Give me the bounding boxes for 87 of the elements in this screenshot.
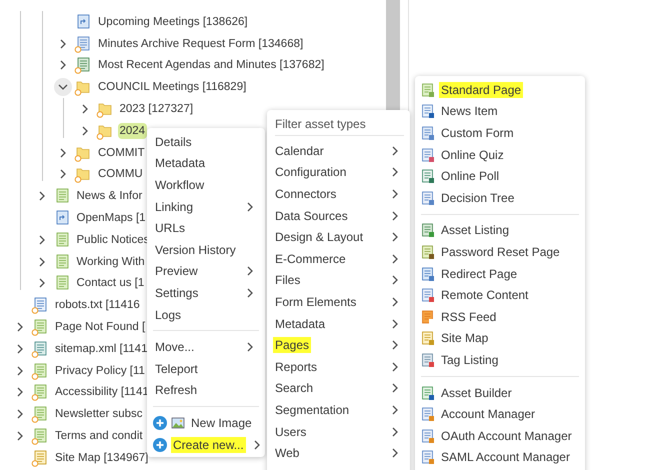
menu-item[interactable]: Configuration bbox=[273, 164, 348, 180]
menu-item[interactable]: Linking bbox=[153, 198, 196, 215]
menu-item[interactable]: Calendar bbox=[273, 142, 326, 159]
menu-item[interactable]: Password Reset Page bbox=[439, 244, 562, 260]
document-icon bbox=[421, 331, 435, 346]
plus-icon bbox=[153, 438, 167, 452]
tree-item[interactable]: News & Infor bbox=[74, 188, 144, 204]
document-icon bbox=[421, 352, 435, 367]
menu-item[interactable]: Refresh bbox=[153, 382, 200, 398]
menu-item[interactable]: Custom Form bbox=[439, 124, 516, 141]
menu-item[interactable]: Teleport bbox=[153, 360, 200, 377]
menu-item[interactable]: Remote Content bbox=[439, 287, 530, 304]
tree-item[interactable]: Page Not Found [ bbox=[53, 319, 148, 336]
document-icon bbox=[421, 407, 435, 422]
menu-item[interactable]: Users bbox=[273, 424, 308, 440]
document-icon bbox=[421, 450, 435, 464]
menu-item[interactable]: Settings bbox=[153, 284, 200, 301]
menu-item[interactable]: Asset Builder bbox=[439, 384, 514, 401]
document-icon bbox=[421, 223, 435, 238]
menu-item[interactable]: Move... bbox=[153, 339, 196, 356]
tree-item[interactable]: 2023 [127327] bbox=[118, 101, 196, 118]
menu-item[interactable]: Site Map bbox=[439, 330, 490, 346]
menu-item[interactable]: Pages bbox=[273, 337, 312, 354]
tree-item[interactable]: Working With bbox=[74, 254, 147, 270]
document-icon bbox=[421, 288, 435, 302]
menu-item[interactable]: Data Sources bbox=[273, 208, 350, 224]
document-icon bbox=[421, 82, 435, 97]
menu-item[interactable]: Form Elements bbox=[273, 294, 358, 310]
document-icon bbox=[421, 169, 435, 184]
document-icon bbox=[421, 266, 435, 281]
tree-item[interactable]: Upcoming Meetings [138626] bbox=[96, 14, 250, 30]
document-icon bbox=[421, 104, 435, 118]
menu-item[interactable]: SAML Account Manager bbox=[439, 449, 572, 466]
menu-item[interactable]: URLs bbox=[153, 220, 188, 236]
tree-item[interactable]: Accessibility [1141 bbox=[53, 384, 151, 400]
rss-icon bbox=[421, 310, 435, 324]
tree-item[interactable]: Site Map [134967] bbox=[53, 450, 150, 466]
menu-item[interactable]: Account Manager bbox=[439, 406, 538, 422]
tree-item[interactable]: COUNCIL Meetings [116829] bbox=[96, 79, 248, 96]
menu-item[interactable]: Workflow bbox=[153, 176, 206, 193]
menu-item[interactable]: Design & Layout bbox=[273, 229, 366, 246]
menu-item[interactable]: Preview bbox=[153, 263, 200, 280]
menu-item[interactable]: Logs bbox=[153, 306, 184, 323]
menu-item[interactable]: News Item bbox=[439, 103, 500, 120]
plus-icon bbox=[153, 416, 167, 430]
menu-item[interactable]: Asset Listing bbox=[439, 222, 512, 238]
menu-item[interactable]: OAuth Account Manager bbox=[439, 428, 574, 444]
document-icon bbox=[421, 386, 435, 400]
tree-item[interactable]: OpenMaps [1 bbox=[74, 210, 148, 226]
document-icon bbox=[421, 428, 435, 443]
menu-item[interactable]: Search bbox=[273, 380, 316, 396]
tree-item[interactable]: Newsletter subsc bbox=[53, 406, 145, 422]
document-icon bbox=[421, 244, 435, 259]
menu-item[interactable]: New Image bbox=[189, 414, 254, 431]
tree-item[interactable]: Minutes Archive Request Form [134668] bbox=[96, 36, 306, 52]
menu-item[interactable]: RSS Feed bbox=[439, 308, 498, 325]
menu-item[interactable]: Reports bbox=[273, 358, 320, 375]
menu-item[interactable]: E-Commerce bbox=[273, 250, 348, 267]
image-icon bbox=[171, 416, 185, 430]
menu-item[interactable]: Metadata bbox=[153, 155, 208, 172]
tree-item[interactable]: Most Recent Agendas and Minutes [137682] bbox=[96, 57, 326, 74]
menu-item[interactable]: Version History bbox=[153, 242, 238, 258]
tree-item[interactable]: Privacy Policy [11 bbox=[53, 362, 147, 379]
menu-item[interactable]: Online Quiz bbox=[439, 146, 506, 163]
menu-item[interactable]: Standard Page bbox=[439, 82, 524, 98]
document-icon bbox=[421, 148, 435, 162]
menu-item[interactable]: Decision Tree bbox=[439, 190, 516, 206]
menu-item[interactable]: Online Poll bbox=[439, 168, 502, 184]
menu-item[interactable]: Details bbox=[153, 134, 194, 150]
menu-item[interactable]: Connectors bbox=[273, 186, 338, 202]
menu-item[interactable]: Web bbox=[273, 445, 302, 462]
collapse-chevron-icon[interactable] bbox=[54, 78, 72, 96]
document-icon bbox=[421, 190, 435, 205]
menu-item[interactable]: Files bbox=[273, 272, 302, 288]
document-icon bbox=[421, 126, 435, 140]
tree-item[interactable]: robots.txt [11416 bbox=[53, 297, 142, 314]
tree-item[interactable]: 2024 bbox=[118, 122, 148, 139]
tree-item[interactable]: COMMIT bbox=[96, 144, 147, 161]
menu-item[interactable]: Segmentation bbox=[273, 402, 352, 418]
tree-item[interactable]: sitemap.xml [1141 bbox=[53, 340, 150, 357]
tree-item[interactable]: Terms and condit bbox=[53, 428, 145, 444]
menu-item[interactable]: Create new... bbox=[171, 436, 246, 453]
menu-item[interactable]: Tag Listing bbox=[439, 352, 500, 368]
menu-item[interactable]: Metadata bbox=[273, 316, 328, 332]
tree-item[interactable]: COMMU bbox=[96, 166, 145, 182]
tree-item[interactable]: Contact us [1 bbox=[74, 275, 146, 292]
menu-item[interactable]: Redirect Page bbox=[439, 266, 520, 282]
